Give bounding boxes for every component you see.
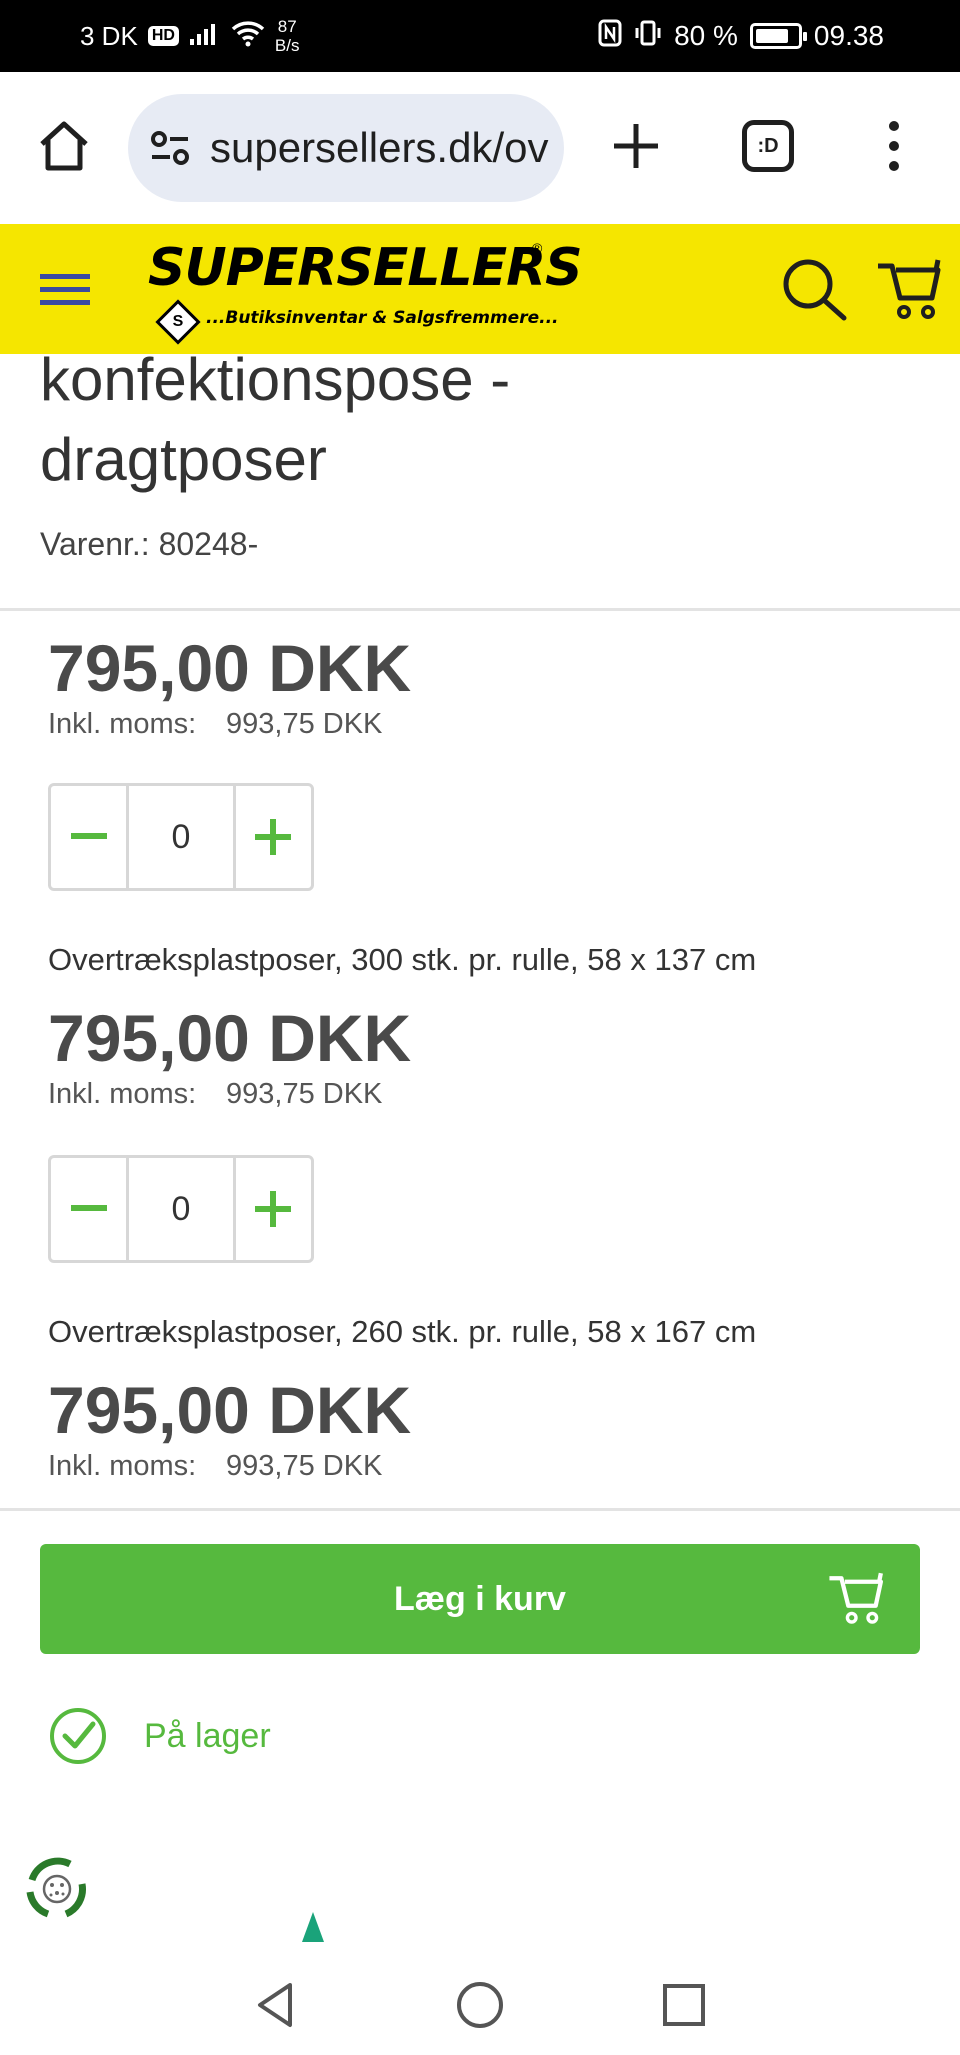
variant-price: 795,00 DKK [48,1001,412,1075]
hamburger-icon[interactable] [40,272,90,308]
status-bar: 3 DK HD 87 B/s 80 % 09.38 [0,0,960,72]
site-logo[interactable]: SUPERSELLERS ® S ...Butiksinventar & Sal… [148,238,583,346]
net-speed-unit: B/s [274,36,300,55]
variant-price: 795,00 DKK [48,1373,412,1447]
battery-fill [755,29,788,43]
check-circle-icon [48,1706,108,1766]
add-to-cart-button[interactable]: Læg i kurv [40,1544,920,1654]
variant-vat-row: Inkl. moms: 993,75 DKK [48,1078,382,1111]
stock-label: På lager [144,1716,271,1755]
vibrate-icon [634,19,662,54]
cart-icon[interactable] [874,254,944,324]
nfc-icon [598,19,622,54]
product-title-line2: dragtposer [40,426,327,493]
status-left: 3 DK HD 87 B/s [80,0,299,72]
carrier-label: 3 DK [80,20,138,51]
quantity-value[interactable]: 0 [126,1158,236,1260]
vat-label: Inkl. moms: [48,1450,197,1482]
vat-price: 993,75 DKK [226,1078,383,1110]
net-speed-value: 87 [277,17,297,36]
variant-vat-row: Inkl. moms: 993,75 DKK [48,1450,382,1483]
back-icon[interactable] [246,1975,306,2035]
recycle-icon[interactable] [18,1850,96,1928]
plus-icon[interactable] [608,118,664,174]
net-speed: 87 B/s [275,17,300,55]
minus-icon[interactable] [51,786,126,888]
variant-price: 795,00 DKK [48,631,412,705]
variant-name: Overtræksplastposer, 300 stk. pr. rulle,… [48,942,757,977]
sticky-divider [0,1508,960,1511]
minus-icon[interactable] [51,1158,126,1260]
logo-tagline: ...Butiksinventar & Salgsfremmere... [206,308,559,328]
status-right: 80 % 09.38 [598,0,884,72]
logo-wordmark: SUPERSELLERS [148,238,583,298]
variant-vat-row: Inkl. moms: 993,75 DKK [48,708,382,741]
logo-mark-letter: S [172,313,184,330]
tab-switcher-icon[interactable]: :D [742,120,794,172]
logo-mark: S [155,299,201,345]
search-icon[interactable] [778,254,852,328]
address-bar[interactable]: supersellers.dk/ov [128,94,564,202]
product-sku: Varenr.: 80248- [40,526,259,562]
battery-icon [749,23,807,49]
battery-percent: 80 % [674,20,738,51]
site-info-icon[interactable] [148,126,192,170]
more-vert-icon[interactable] [880,118,908,174]
browser-toolbar: supersellers.dk/ov :D [0,72,960,224]
system-nav-bar [0,1955,960,2055]
section-divider [0,608,960,611]
scroll-indicator-icon [300,1912,326,1944]
vat-label: Inkl. moms: [48,708,197,740]
recents-icon[interactable] [654,1975,714,2035]
vat-label: Inkl. moms: [48,1078,197,1110]
plus-icon[interactable] [236,1158,311,1260]
add-to-cart-label: Læg i kurv [394,1580,566,1618]
quantity-stepper: 0 [48,1155,314,1263]
quantity-stepper: 0 [48,783,314,891]
vat-price: 993,75 DKK [226,1450,383,1482]
site-header: SUPERSELLERS ® S ...Butiksinventar & Sal… [0,224,960,354]
cart-icon [826,1568,886,1628]
url-text: supersellers.dk/ov [210,124,549,171]
plus-icon[interactable] [236,786,311,888]
wifi-icon [231,19,265,54]
home-icon[interactable] [36,118,92,174]
stock-status: På lager [48,1706,271,1766]
home-circle-icon[interactable] [450,1975,510,2035]
signal-icon [189,20,221,53]
clock: 09.38 [813,20,884,51]
product-title-line1: konfektionspose - [40,346,511,413]
hd-badge: HD [147,26,179,46]
variant-name: Overtræksplastposer, 260 stk. pr. rulle,… [48,1314,757,1349]
quantity-value[interactable]: 0 [126,786,236,888]
vat-price: 993,75 DKK [226,708,383,740]
logo-registered: ® [532,240,543,256]
